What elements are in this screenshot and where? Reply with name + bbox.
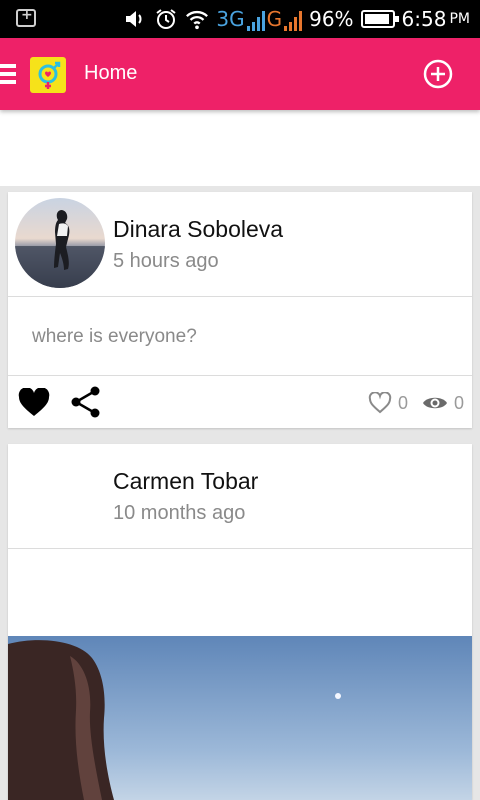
add-circle-icon[interactable]	[422, 58, 454, 90]
heart-icon[interactable]	[18, 387, 50, 418]
post-time: 5 hours ago	[113, 250, 219, 272]
post-author[interactable]: Carmen Tobar	[113, 468, 258, 495]
page-title: Home	[84, 62, 138, 84]
post-photo[interactable]	[8, 636, 472, 800]
volume-icon	[123, 7, 147, 31]
signal-bars-icon-2	[284, 9, 303, 31]
status-ampm: PM	[449, 11, 470, 27]
like-count: 0	[397, 392, 408, 413]
post-card[interactable]: Carmen Tobar 10 months ago	[8, 444, 472, 800]
post-stats: 0 0	[368, 390, 464, 416]
eye-icon	[422, 397, 447, 409]
divider	[8, 548, 472, 549]
view-count: 0	[453, 392, 464, 413]
network-3g-label: 3G	[216, 7, 245, 31]
status-bar: 3G G 96% 6:58 PM	[0, 0, 480, 38]
top-blank-area	[0, 110, 480, 186]
avatar[interactable]	[15, 198, 105, 288]
post-author[interactable]: Dinara Soboleva	[113, 216, 283, 243]
menu-icon[interactable]	[0, 64, 16, 84]
share-icon[interactable]	[70, 385, 102, 419]
wifi-icon	[185, 7, 209, 31]
divider	[8, 375, 472, 376]
status-bar-right: 3G G 96% 6:58 PM	[123, 4, 470, 34]
notification-icon	[16, 7, 36, 27]
app-bar: Home	[0, 38, 480, 110]
post-card[interactable]: Dinara Soboleva 5 hours ago where is eve…	[8, 192, 472, 428]
network-g-label: G	[266, 7, 283, 31]
status-time: 6:58	[401, 7, 447, 31]
divider	[8, 296, 472, 297]
network-indicator: 3G G	[216, 7, 303, 31]
battery-icon	[360, 10, 399, 28]
alarm-icon	[154, 7, 178, 31]
like-count-heart-icon	[368, 392, 392, 414]
gender-symbol-logo-icon[interactable]	[30, 57, 66, 93]
signal-bars-icon	[246, 9, 265, 31]
post-time: 10 months ago	[113, 502, 246, 524]
battery-percent: 96%	[309, 7, 354, 31]
post-text: where is everyone?	[32, 326, 197, 347]
